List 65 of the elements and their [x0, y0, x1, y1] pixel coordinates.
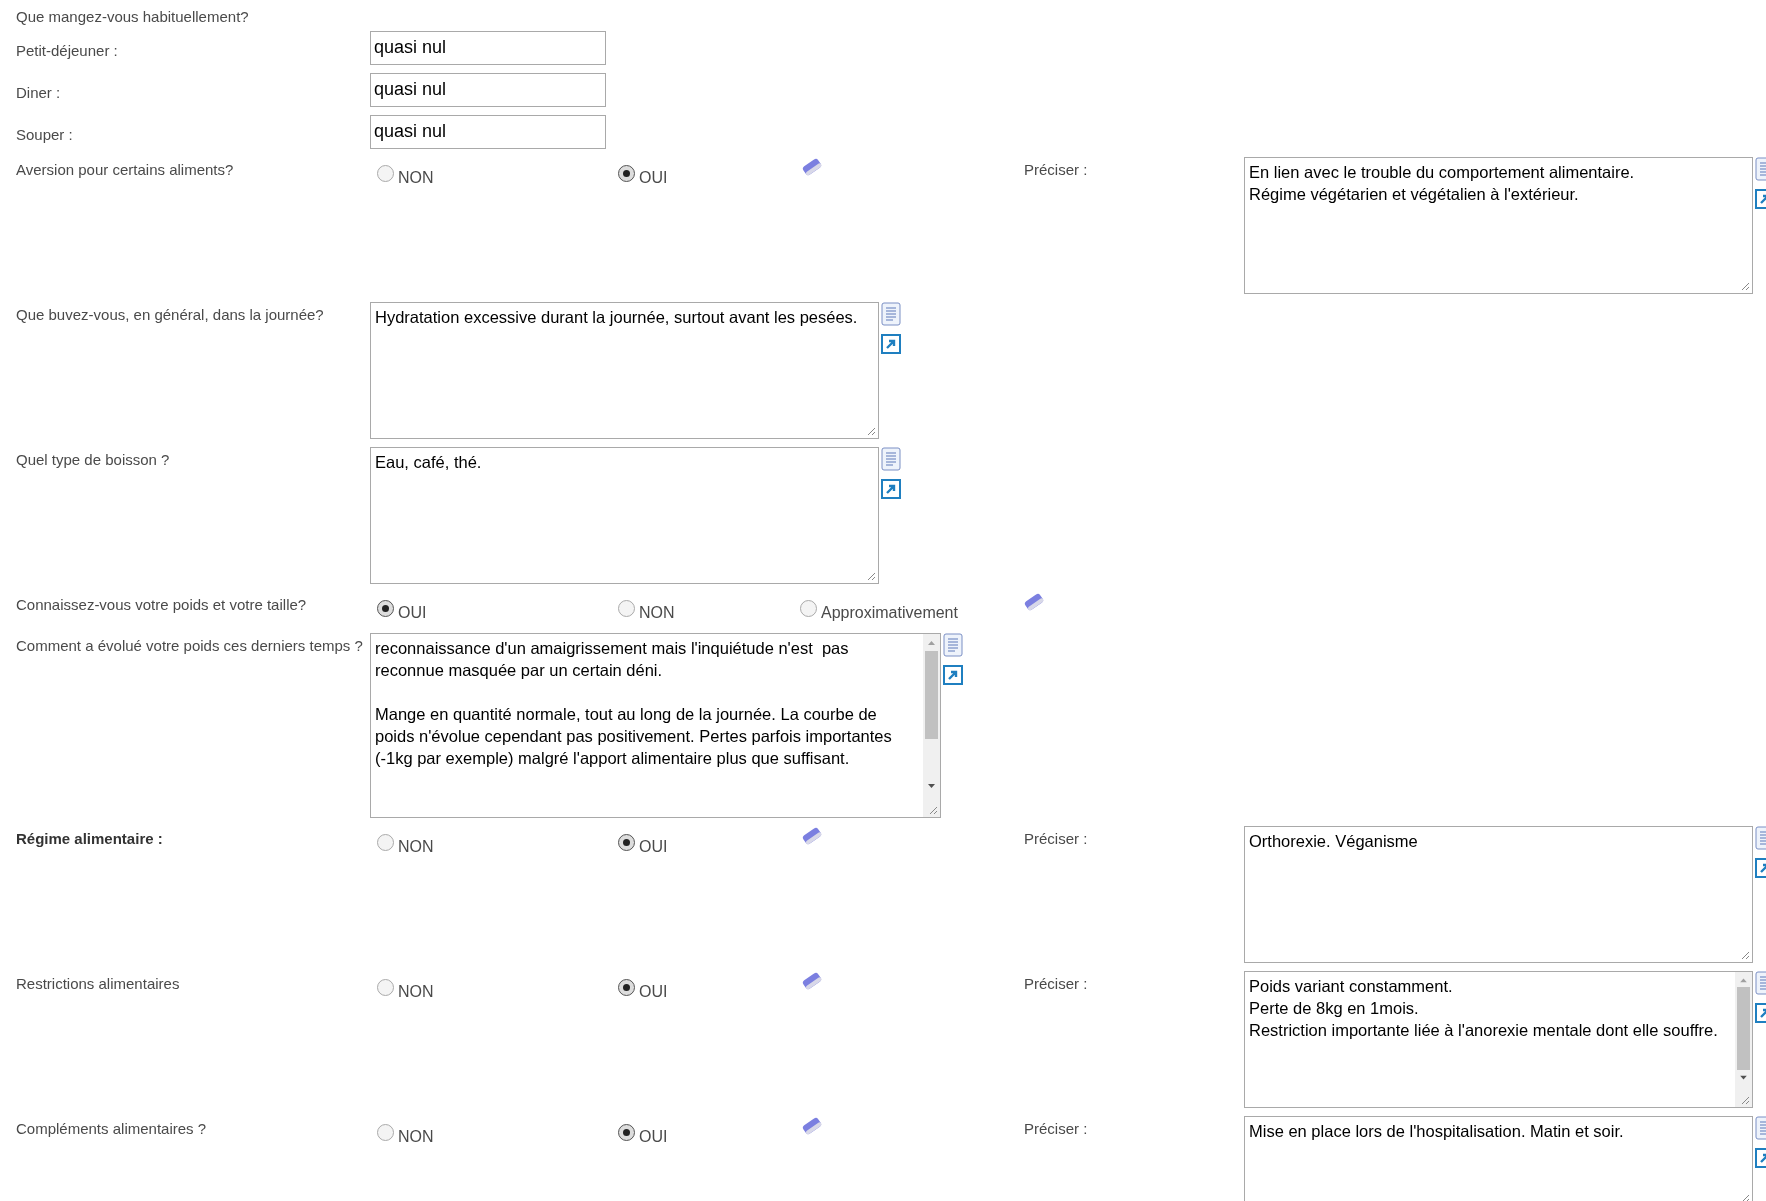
scroll-thumb[interactable]: [925, 650, 938, 739]
option-label: NON: [398, 836, 434, 857]
field-label: Préciser :: [1024, 159, 1089, 180]
text-area[interactable]: En lien avec le trouble du comportement alimentaire. Régime végétarien et végétalien à l'extérieur.: [1244, 156, 1753, 294]
expand-icon[interactable]: [881, 333, 901, 354]
text-area[interactable]: Hydratation excessive durant la journée, surtout avant les pesées.: [370, 301, 879, 439]
field-label: Quel type de boisson ?: [16, 449, 171, 470]
scrollbar[interactable]: [923, 633, 940, 817]
text-area[interactable]: reconnaissance d'un amaigrissement mais l'inquiétude n'est pas reconnue masquée par un certain déni. Mange en quantité normale, tout au long de la journée. La courbe de poids n'évolue cependant pas positivement. Pertes parfois importantes (-1kg par exemple) malgré l'apport alimentaire plus que suffisant.: [370, 632, 941, 818]
text-area[interactable]: Poids variant constamment. Perte de 8kg en 1mois. Restriction importante liée à l'anorexie mentale dont elle souffre.: [1244, 970, 1753, 1108]
option-label: NON: [398, 981, 434, 1002]
expand-icon[interactable]: [943, 664, 963, 685]
option-label: OUI: [398, 602, 427, 623]
text-field[interactable]: quasi nul: [370, 72, 606, 107]
text-area[interactable]: Orthorexie. Véganisme: [1244, 825, 1753, 963]
scrollbar[interactable]: [1735, 971, 1752, 1107]
resize-grip-icon[interactable]: [1740, 949, 1750, 960]
radio-button[interactable]: [800, 600, 817, 617]
option-label: NON: [398, 1126, 434, 1147]
resize-grip-icon[interactable]: [928, 804, 938, 815]
option-label: NON: [398, 167, 434, 188]
radio-button[interactable]: [377, 1124, 394, 1141]
field-label: Comment a évolué votre poids ces derniers temps ?: [16, 635, 364, 656]
notes-icon[interactable]: [881, 446, 901, 471]
text-area[interactable]: Mise en place lors de l'hospitalisation. Matin et soir.: [1244, 1115, 1753, 1201]
notes-icon[interactable]: [881, 301, 901, 326]
field-label: Compléments alimentaires ?: [16, 1118, 208, 1139]
field-label: Connaissez-vous votre poids et votre taille?: [16, 594, 308, 615]
text-area[interactable]: Eau, café, thé.: [370, 446, 879, 584]
resize-grip-icon[interactable]: [866, 425, 876, 436]
radio-button[interactable]: [618, 1124, 635, 1141]
field-label: Restrictions alimentaires: [16, 973, 181, 994]
radio-button[interactable]: [377, 165, 394, 182]
scroll-thumb[interactable]: [1737, 987, 1750, 1070]
field-label: Aversion pour certains aliments?: [16, 159, 235, 180]
radio-button[interactable]: [618, 165, 635, 182]
field-label: Diner :: [16, 82, 62, 103]
radio-button[interactable]: [618, 979, 635, 996]
field-label: Souper :: [16, 124, 74, 145]
option-label: OUI: [639, 1126, 668, 1147]
text-field[interactable]: quasi nul: [370, 114, 606, 149]
resize-grip-icon[interactable]: [866, 570, 876, 581]
field-label: Préciser :: [1024, 973, 1089, 994]
field-label: Petit-déjeuner :: [16, 40, 119, 61]
section-heading: Que mangez-vous habituellement?: [16, 7, 250, 27]
notes-icon[interactable]: [943, 632, 963, 657]
option-label: Approximativement: [821, 602, 958, 623]
resize-grip-icon[interactable]: [1740, 1192, 1750, 1201]
field-label: Préciser :: [1024, 1118, 1089, 1139]
radio-button[interactable]: [377, 600, 394, 617]
option-label: OUI: [639, 836, 668, 857]
expand-icon[interactable]: [881, 478, 901, 499]
resize-grip-icon[interactable]: [1740, 1094, 1750, 1105]
radio-button[interactable]: [377, 979, 394, 996]
field-label: Préciser :: [1024, 828, 1089, 849]
option-label: NON: [639, 602, 675, 623]
option-label: OUI: [639, 167, 668, 188]
radio-button[interactable]: [377, 834, 394, 851]
field-label: Que buvez-vous, en général, dans la journée?: [16, 304, 325, 325]
text-field[interactable]: quasi nul: [370, 30, 606, 65]
resize-grip-icon[interactable]: [1740, 280, 1750, 291]
radio-button[interactable]: [618, 834, 635, 851]
option-label: OUI: [639, 981, 668, 1002]
radio-button[interactable]: [618, 600, 635, 617]
field-label: Régime alimentaire :: [16, 828, 164, 849]
